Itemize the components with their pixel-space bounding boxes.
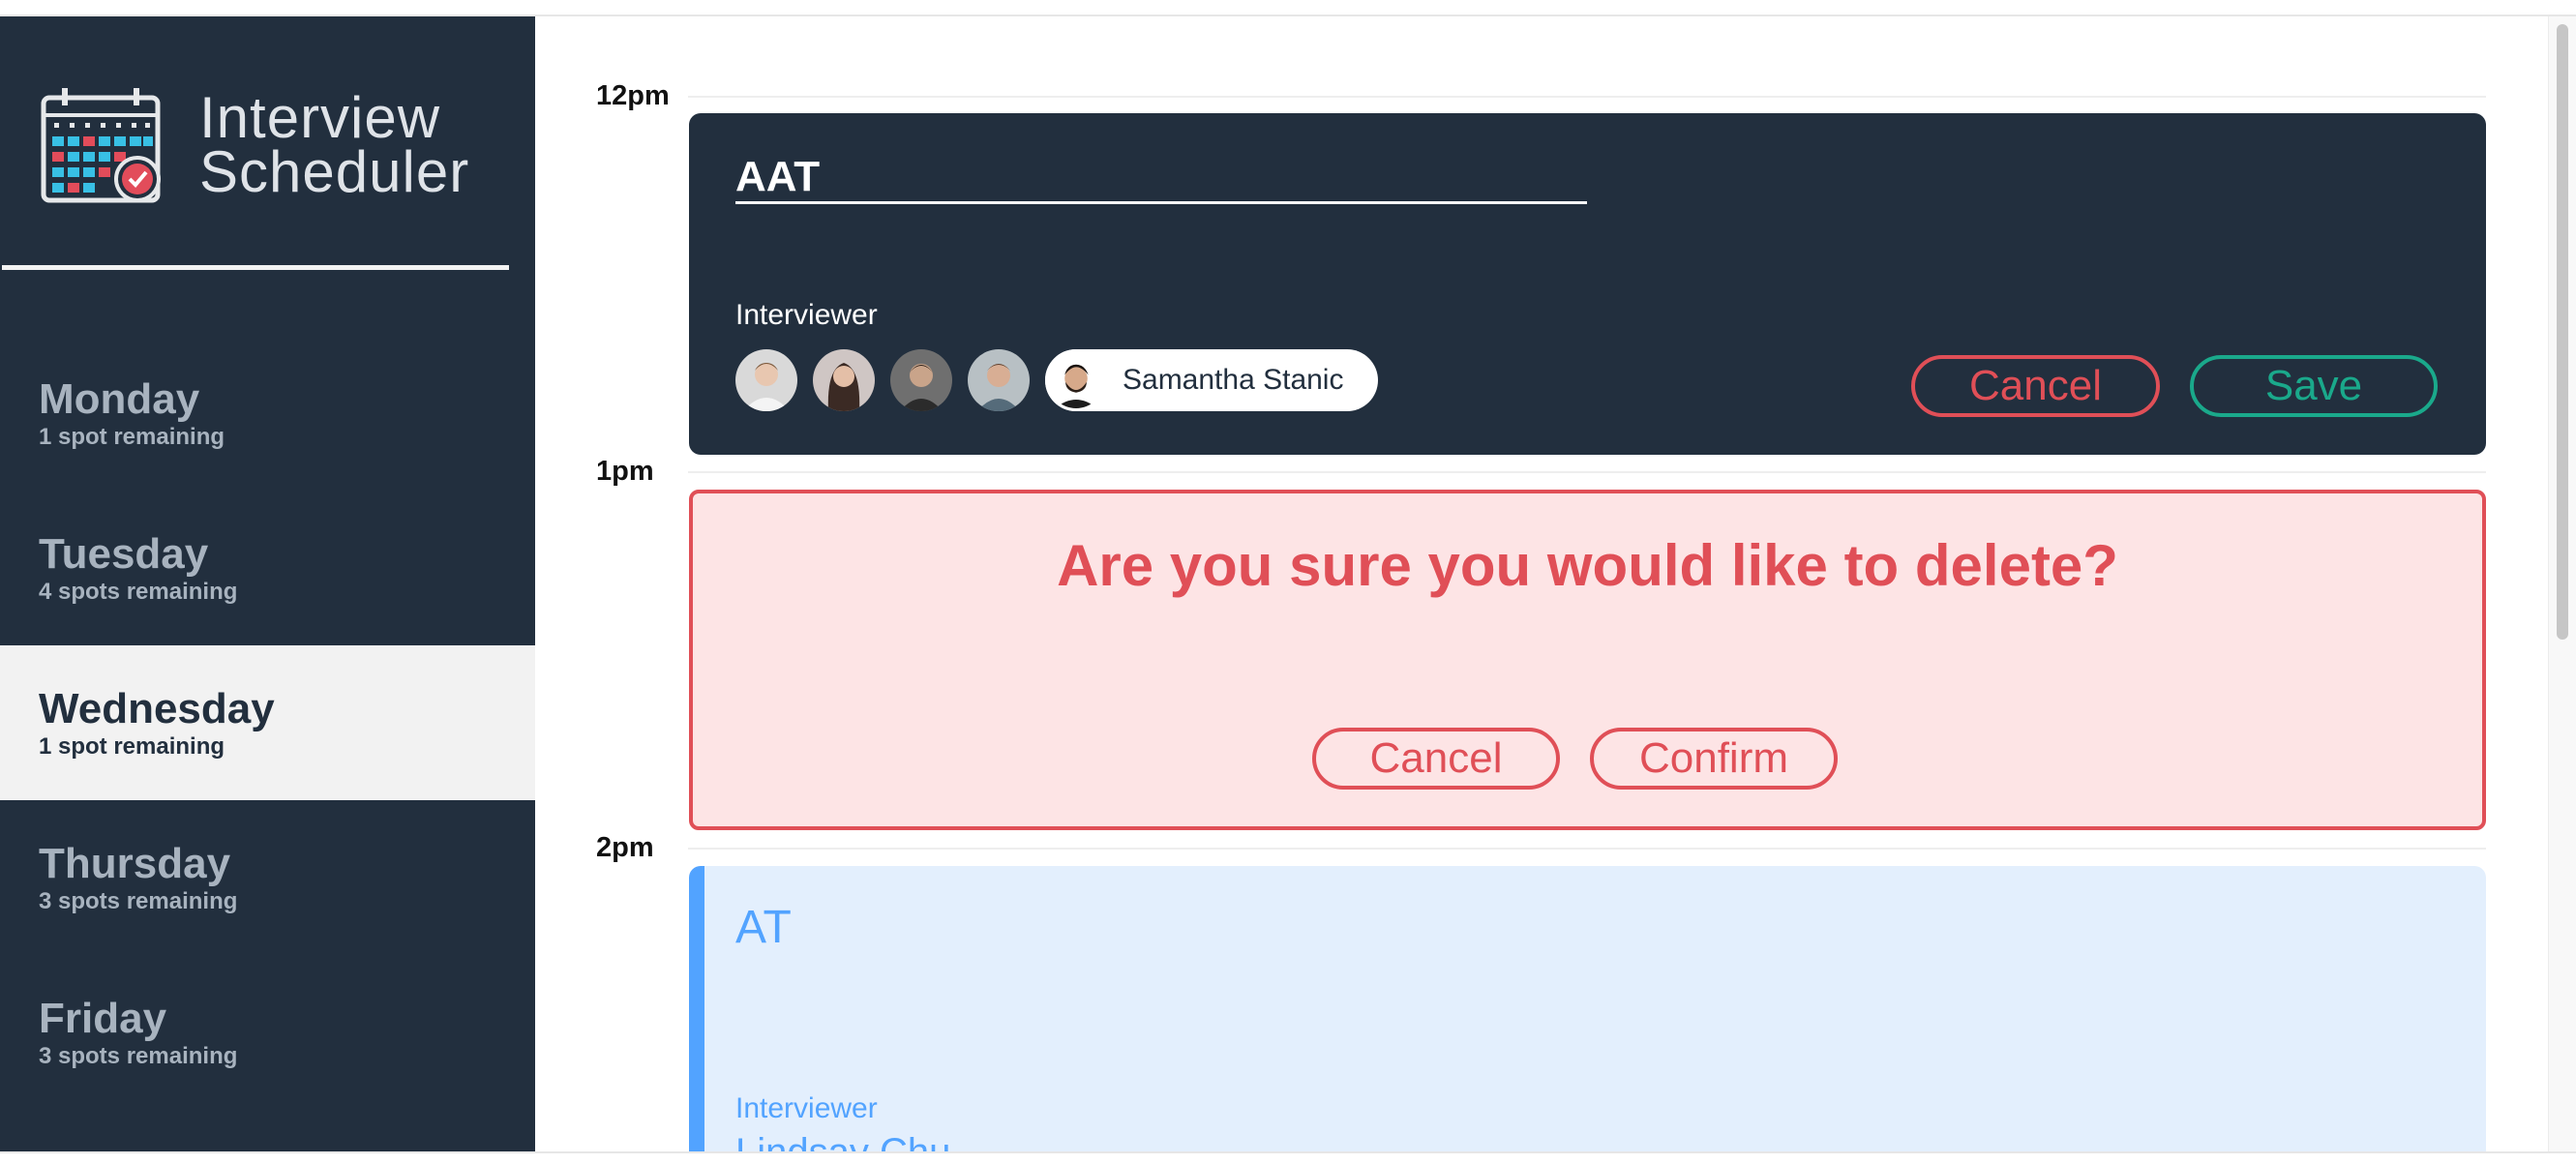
schedule: 12pm Interviewer Samantha Stanic — [535, 16, 2548, 1151]
brand-logo: Interview Scheduler — [41, 86, 469, 204]
sidebar: Interview Scheduler Monday 1 spot remain… — [0, 16, 535, 1151]
interviewer-avatar[interactable] — [968, 349, 1030, 411]
calendar-icon — [41, 88, 161, 203]
interviewer-list: Samantha Stanic — [735, 349, 1379, 411]
interviewer-avatar[interactable] — [735, 349, 797, 411]
appointment-card[interactable]: AT Interviewer Lindsay Chu — [689, 866, 2486, 1151]
day-spots-remaining: 3 spots remaining — [39, 888, 238, 914]
hour-divider — [688, 96, 2486, 98]
appointment-student-name: AT — [735, 902, 792, 953]
day-item-wednesday[interactable]: Wednesday 1 spot remaining — [0, 645, 535, 800]
day-item-thursday[interactable]: Thursday 3 spots remaining — [0, 800, 535, 955]
save-button[interactable]: Save — [2190, 355, 2438, 417]
day-name: Tuesday — [39, 530, 209, 578]
vertical-scrollbar[interactable] — [2548, 16, 2576, 1151]
selected-interviewer-name: Samantha Stanic — [1123, 364, 1344, 396]
day-item-tuesday[interactable]: Tuesday 4 spots remaining — [0, 491, 535, 645]
window-top-border — [0, 0, 2576, 16]
day-spots-remaining: 1 spot remaining — [39, 733, 225, 760]
delete-confirmation: Are you sure you would like to delete? C… — [689, 490, 2486, 830]
confirm-message: Are you sure you would like to delete? — [1057, 533, 2118, 598]
app-title-line1: Interview — [199, 85, 441, 150]
day-item-friday[interactable]: Friday 3 spots remaining — [0, 955, 535, 1110]
day-spots-remaining: 3 spots remaining — [39, 1043, 238, 1069]
scrollbar-thumb[interactable] — [2557, 24, 2568, 640]
appointment-interviewer-name: Lindsay Chu — [735, 1131, 950, 1151]
day-item-monday[interactable]: Monday 1 spot remaining — [0, 336, 535, 491]
appointment-interviewer-title: Interviewer — [735, 1092, 878, 1124]
app-title: Interview Scheduler — [199, 85, 470, 204]
day-name: Friday — [39, 995, 167, 1042]
interviewer-avatar[interactable] — [813, 349, 875, 411]
day-name: Thursday — [39, 840, 231, 887]
day-name: Wednesday — [39, 685, 275, 732]
day-list: Monday 1 spot remaining Tuesday 4 spots … — [0, 336, 535, 1110]
interviewer-avatar — [1045, 349, 1107, 411]
interviewer-avatar[interactable] — [890, 349, 952, 411]
day-spots-remaining: 1 spot remaining — [39, 424, 225, 450]
time-label-12pm: 12pm — [596, 80, 670, 111]
student-name-input[interactable] — [735, 152, 1587, 204]
confirm-cancel-button[interactable]: Cancel — [1312, 728, 1560, 790]
day-spots-remaining: 4 spots remaining — [39, 579, 238, 605]
confirm-delete-button[interactable]: Confirm — [1590, 728, 1838, 790]
interviewer-selected[interactable]: Samantha Stanic — [1045, 349, 1379, 411]
time-label-1pm: 1pm — [596, 456, 654, 487]
sidebar-divider — [2, 265, 509, 270]
hour-divider — [688, 471, 2486, 473]
hour-divider — [688, 848, 2486, 850]
time-label-2pm: 2pm — [596, 832, 654, 863]
day-name: Monday — [39, 375, 200, 423]
cancel-button[interactable]: Cancel — [1911, 355, 2160, 417]
app-title-line2: Scheduler — [199, 139, 470, 204]
interviewer-list-title: Interviewer — [735, 299, 878, 331]
window-bottom-border — [0, 1151, 2576, 1164]
appointment-edit-form: Interviewer Samantha Stanic Cancel Save — [689, 113, 2486, 455]
